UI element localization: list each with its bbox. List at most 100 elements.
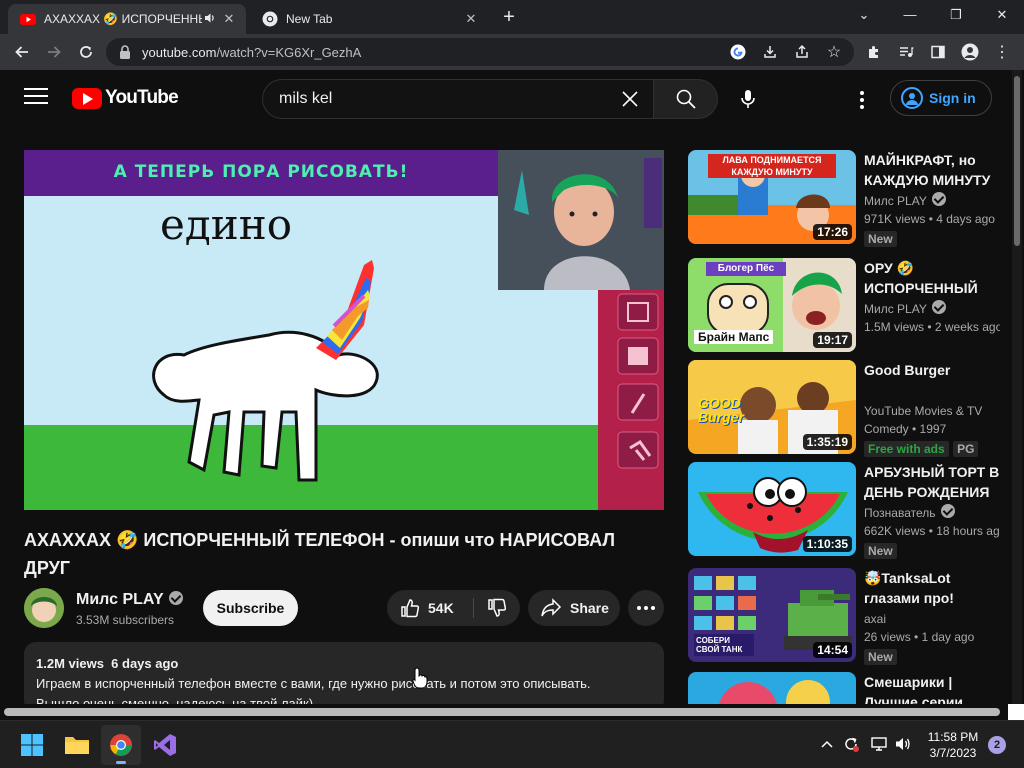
media-control-icon[interactable] [894,40,918,64]
video-stats: 971K views • 4 days ago [864,212,995,226]
voice-search-button[interactable] [728,79,768,119]
microphone-icon [741,90,755,108]
profile-icon[interactable] [958,40,982,64]
rating-badge: PG [953,441,979,457]
new-tab-button[interactable]: + [496,6,522,30]
google-icon[interactable] [726,40,750,64]
tab-strip: АХАХХАХ 🤣 ИСПОРЧЕННЫЙ ТЕЛЕФОН ✕ New Tab … [0,0,1024,34]
recommended-video[interactable]: 1:10:35 АРБУЗНЫЙ ТОРТ В ДЕНЬ РОЖДЕНИЯ По… [688,462,1008,559]
vertical-scrollbar[interactable] [1012,70,1022,704]
recommended-video[interactable]: ЛАВА ПОДНИМАЕТСЯ КАЖДУЮ МИНУТУ 17:26 МАЙ… [688,150,1008,247]
share-page-icon[interactable] [790,40,814,64]
new-badge: New [864,543,897,559]
start-button[interactable] [12,725,52,765]
channel-name[interactable]: Милс PLAY [76,591,183,609]
file-explorer-button[interactable] [57,725,97,765]
restore-button[interactable]: ❐ [936,4,976,28]
youtube-play-icon [72,87,102,109]
bookmark-star-icon[interactable]: ☆ [822,40,846,64]
back-icon[interactable] [10,40,34,64]
youtube-logo[interactable]: YouTube [72,87,179,109]
chrome-icon [262,11,278,27]
tab-new-tab[interactable]: New Tab ✕ [250,4,488,34]
sync-status-icon[interactable] [840,733,862,755]
video-duration: 14:54 [813,642,852,658]
chrome-taskbar-button[interactable] [101,725,141,765]
more-actions-button[interactable] [628,590,664,626]
dislike-button[interactable] [474,590,520,626]
video-title: Good Burger [864,362,951,378]
recommended-video[interactable]: СОБЕРИ СВОЙ ТАНК 14:54 🤯TanksaLot глазам… [688,568,1008,665]
lock-icon[interactable] [118,44,132,60]
settings-menu-icon[interactable] [850,88,874,112]
like-dislike-bar: 54K [387,590,520,626]
subscribe-button[interactable]: Subscribe [203,590,298,626]
scrollbar-thumb[interactable] [4,708,1000,716]
audio-playing-icon[interactable] [202,12,218,27]
new-badge: New [864,231,897,247]
install-app-icon[interactable] [758,40,782,64]
youtube-page: YouTube mils kel Sign in А ТЕПЕРЬ ПОРА Р… [0,70,1024,704]
hamburger-menu-icon[interactable] [24,88,48,108]
recommended-video[interactable]: Блогер Пёс Брайн Мапс 19:17 ОРУ 🤣 ИСПОРЧ… [688,258,1008,352]
tab-title: АХАХХАХ 🤣 ИСПОРЧЕННЫЙ ТЕЛЕФОН [44,12,202,26]
reload-icon[interactable] [74,40,98,64]
video-thumbnail[interactable]: 1:10:35 [688,462,856,556]
tab-title: New Tab [286,12,333,26]
tab-search-icon[interactable]: ⌄ [844,4,884,28]
video-thumbnail[interactable]: Блогер Пёс Брайн Мапс 19:17 [688,258,856,352]
network-icon[interactable] [868,733,890,755]
scrollbar-thumb[interactable] [1014,76,1020,246]
video-thumbnail[interactable]: СОБЕРИ СВОЙ ТАНК 14:54 [688,568,856,662]
video-thumbnail[interactable]: GOOD Burger 1:35:19 [688,360,856,454]
tab-youtube-video[interactable]: АХАХХАХ 🤣 ИСПОРЧЕННЫЙ ТЕЛЕФОН ✕ [8,4,246,34]
video-info: АРБУЗНЫЙ ТОРТ В ДЕНЬ РОЖДЕНИЯ Познавател… [864,462,1000,560]
video-title: ОРУ 🤣 ИСПОРЧЕННЫЙ ТЕЛЕФОН [864,260,978,296]
thumbnail-caption: GOOD Burger [698,395,744,425]
search-input[interactable]: mils kel [262,79,654,119]
video-info: ОРУ 🤣 ИСПОРЧЕННЫЙ ТЕЛЕФОН Милс PLAY 1.5M… [864,258,1000,336]
recommended-video[interactable]: GOOD Burger 1:35:19 Good Burger YouTube … [688,360,1008,457]
description-line: Вышло очень смешно, надеюсь на твой лайк… [36,696,314,704]
volume-icon[interactable] [892,733,914,755]
verified-icon [168,591,183,605]
side-panel-icon[interactable] [926,40,950,64]
scrollbar-corner [1008,704,1024,720]
clear-search-icon[interactable] [617,86,643,112]
channel-avatar[interactable] [24,588,64,628]
share-icon [541,598,562,617]
browser-menu-icon[interactable]: ⋮ [990,40,1014,64]
search-button[interactable] [654,79,718,119]
description-box[interactable]: 1.2M views 6 days ago Играем в испорченн… [24,642,664,704]
clock-date: 3/7/2023 [929,746,977,760]
video-title: Смешарики | Лучшие серии [864,674,964,704]
verified-icon [931,192,946,206]
recommended-video[interactable]: Смешарики | Лучшие серии [688,672,1008,704]
youtube-header: YouTube mils kel Sign in [0,70,1024,126]
close-tab-icon[interactable]: ✕ [460,11,482,27]
like-count: 54K [428,600,454,616]
taskbar: 11:58 PM 3/7/2023 2 [0,720,1024,768]
video-thumbnail[interactable] [688,672,856,704]
video-meta: 1.2M views 6 days ago [36,656,179,671]
like-button[interactable]: 54K [387,590,473,626]
sign-in-button[interactable]: Sign in [890,80,992,116]
notification-badge[interactable]: 2 [988,736,1006,754]
close-tab-icon[interactable]: ✕ [218,11,240,27]
forward-icon[interactable] [42,40,66,64]
share-button[interactable]: Share [528,590,620,626]
chrome-icon [110,734,132,756]
system-clock[interactable]: 11:58 PM 3/7/2023 [920,729,986,761]
visual-studio-button[interactable] [145,725,185,765]
visual-studio-icon [154,734,176,756]
video-player[interactable]: А ТЕПЕРЬ ПОРА РИСОВАТЬ! едино [24,150,664,510]
description-line: Играем в испорченный телефон вместе с ва… [36,676,591,691]
horizontal-scrollbar[interactable] [0,704,1024,720]
minimize-button[interactable]: — [890,4,930,28]
show-hidden-icons-button[interactable] [816,733,838,755]
close-window-button[interactable]: ✕ [982,4,1022,28]
subscriber-count: 3.53M subscribers [76,613,175,627]
extensions-icon[interactable] [862,40,886,64]
video-thumbnail[interactable]: ЛАВА ПОДНИМАЕТСЯ КАЖДУЮ МИНУТУ 17:26 [688,150,856,244]
video-title: 🤯TanksaLot глазами про! ТАНКИ [864,570,954,606]
